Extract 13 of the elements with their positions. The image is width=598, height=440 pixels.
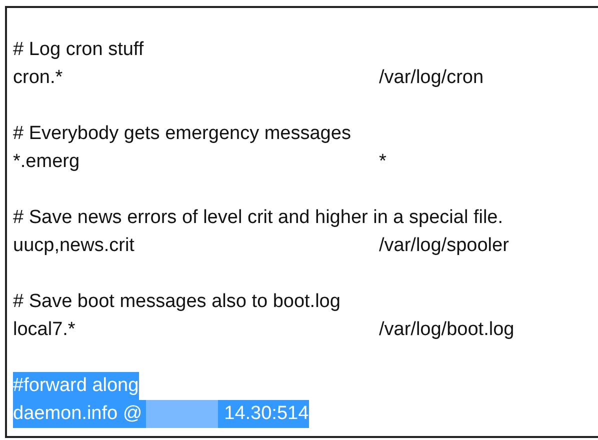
editor-panel[interactable] [5, 6, 598, 438]
comment-line: # Log cron stuff [13, 38, 144, 62]
selector-text: *.emerg [13, 150, 81, 174]
comment-line: # Save news errors of level crit and higher in a special file. [13, 206, 504, 230]
selector-text: local7.* [13, 318, 76, 342]
action-text: /var/log/cron [379, 66, 484, 90]
selector-text: cron.* [13, 66, 64, 90]
action-text: /var/log/boot.log [379, 318, 514, 342]
comment-line: # Save boot messages also to boot.log [13, 290, 340, 314]
selector-text: uucp,news.crit [13, 234, 136, 258]
action-text: /var/log/spooler [379, 234, 509, 258]
comment-line: # Everybody gets emergency messages [13, 122, 351, 146]
action-text: * [379, 150, 386, 174]
